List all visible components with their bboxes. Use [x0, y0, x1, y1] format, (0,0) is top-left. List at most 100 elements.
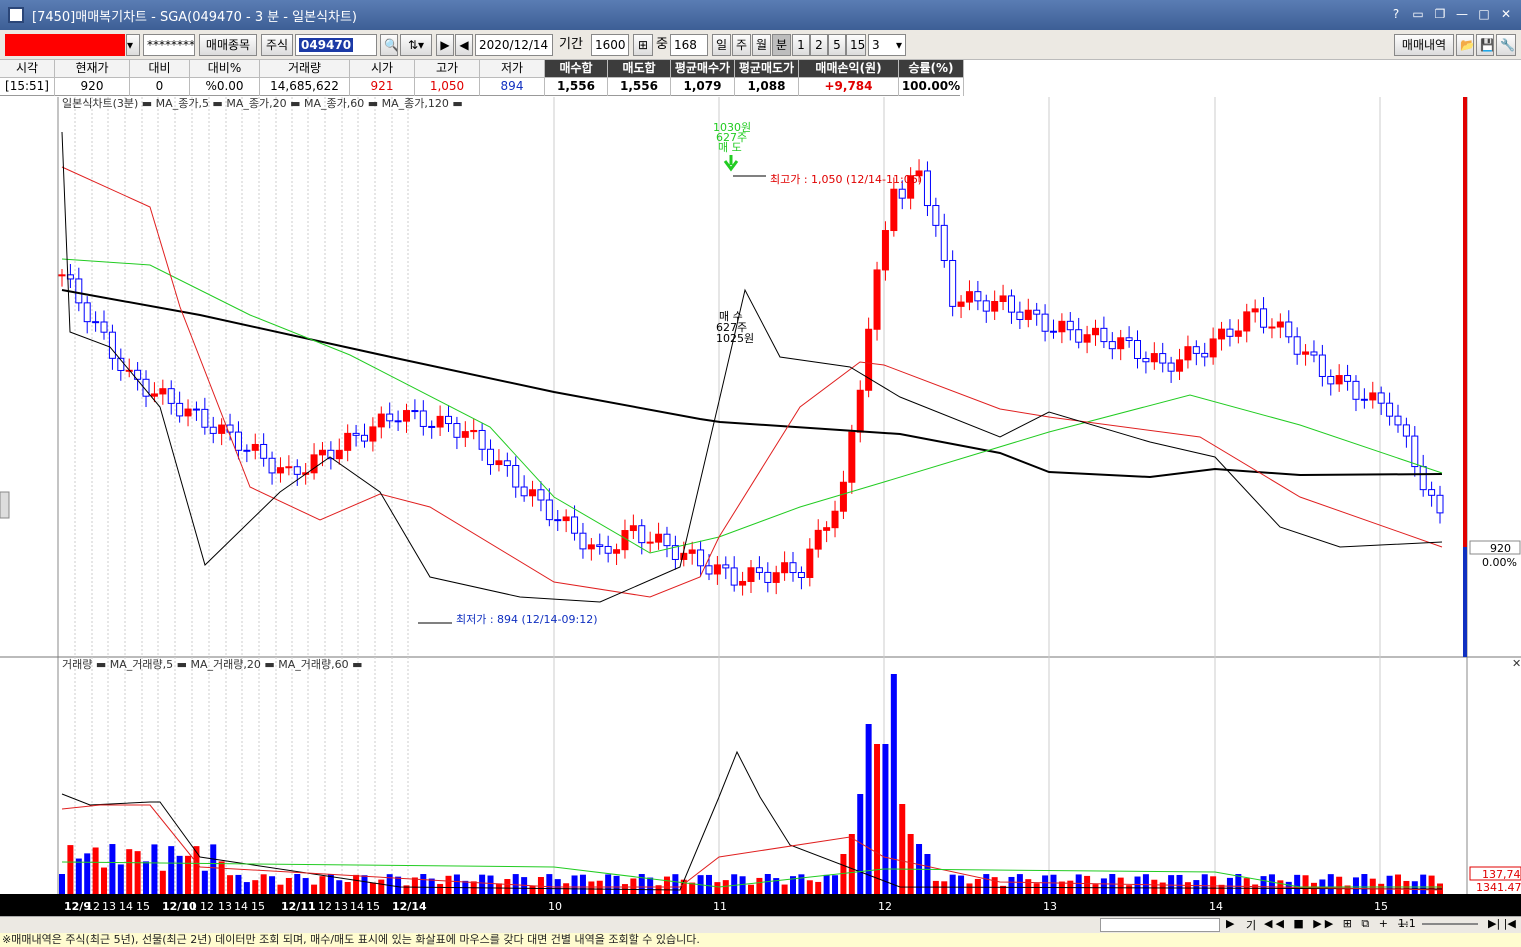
x-label-8: 13	[218, 900, 232, 913]
info-header-10: 평균매수가	[671, 60, 735, 78]
volume-bar	[1092, 884, 1099, 894]
sort-icon[interactable]: ⇅▾	[400, 34, 432, 56]
candle-body	[873, 269, 881, 330]
min-option-15[interactable]: 15	[846, 34, 866, 56]
account-dropdown-icon[interactable]: ▾	[126, 34, 140, 56]
volume-bar	[613, 875, 620, 894]
volume-bar	[949, 874, 956, 894]
candle-body	[92, 321, 100, 324]
scroll-right-icon[interactable]: ▶	[1226, 917, 1234, 930]
tab-month[interactable]: 월	[752, 34, 771, 56]
maximize-button[interactable]: □	[1475, 5, 1493, 23]
candle-body	[890, 188, 898, 232]
volume-bar	[1100, 878, 1107, 894]
account-select[interactable]	[5, 34, 125, 56]
help-icon[interactable]: ?	[1387, 5, 1405, 23]
candle-body	[881, 230, 889, 271]
candle-body	[974, 291, 982, 302]
h-scrollbar[interactable]	[1100, 918, 1220, 932]
zoom-slider[interactable]	[1422, 923, 1478, 925]
grid-icon[interactable]: ⊞	[633, 34, 653, 56]
volume-bar	[1008, 876, 1015, 894]
volume-bar	[134, 851, 141, 894]
candle-body	[932, 205, 940, 226]
candle-body	[806, 548, 814, 578]
volume-bar	[437, 883, 444, 894]
candle-body	[1352, 380, 1360, 400]
nav-bar: ▶ 기 ◀◀ ■ ▶▶ ⊞ ⧉ + — 1:1 ▶| |◀	[0, 916, 1521, 933]
candle-body	[1192, 346, 1200, 354]
x-label-21: 13	[1043, 900, 1057, 913]
search-icon[interactable]: 🔍	[380, 34, 398, 56]
save-icon[interactable]: 💾	[1476, 34, 1494, 56]
nav-buttons[interactable]: ◀◀ ■ ▶▶ ⊞ ⧉ + —	[1264, 917, 1412, 931]
date-input[interactable]: 2020/12/14	[475, 34, 553, 56]
min-option-1[interactable]: 1	[792, 34, 810, 56]
min-option-2[interactable]: 2	[810, 34, 828, 56]
candle-body	[1092, 327, 1099, 336]
volume-bar	[277, 884, 284, 894]
restore-icon[interactable]: ❐	[1431, 5, 1449, 23]
candle-body	[1394, 415, 1402, 426]
volume-bar	[445, 875, 452, 894]
candle-body	[419, 410, 427, 427]
close-button[interactable]: ✕	[1497, 5, 1515, 23]
period-input[interactable]: 1600	[591, 34, 629, 56]
candle-body	[1007, 295, 1015, 313]
candle-body	[579, 532, 587, 550]
volume-bar	[579, 874, 586, 894]
trade-items-button[interactable]: 매매종목	[199, 34, 257, 56]
candle-body	[1167, 362, 1175, 372]
nav-gi[interactable]: 기	[1246, 917, 1256, 933]
trade-history-button[interactable]: 매매내역	[1394, 34, 1454, 56]
volume-bar	[487, 875, 494, 894]
settings-icon[interactable]: 🔧	[1496, 34, 1516, 56]
minimize-button[interactable]: —	[1453, 5, 1471, 23]
min-select[interactable]: 3 ▾	[868, 34, 906, 56]
x-label-7: 12	[200, 900, 214, 913]
candle-body	[898, 188, 906, 199]
vol-box-text: 137,742	[1482, 868, 1521, 881]
x-label-19: 11	[713, 900, 727, 913]
volume-bar	[252, 880, 259, 894]
candle-body	[1041, 313, 1049, 332]
password-field[interactable]: *********	[143, 34, 195, 56]
volume-bar	[806, 880, 813, 894]
nav-end-icons[interactable]: ▶| |◀	[1488, 917, 1516, 930]
candle-body	[839, 481, 847, 512]
candle-body	[1369, 392, 1377, 401]
candle-body	[1251, 308, 1259, 313]
candle-body	[1100, 327, 1108, 343]
candle-body	[697, 549, 705, 567]
x-label-17: 12/14	[392, 900, 427, 913]
folder-icon[interactable]: 📂	[1456, 34, 1474, 56]
next-icon[interactable]: ▶	[436, 34, 454, 56]
candle-body	[293, 466, 301, 475]
info-header-9: 매도합	[608, 60, 671, 78]
candle-body	[848, 431, 856, 483]
prev-icon[interactable]: ◀	[455, 34, 473, 56]
tab-minute[interactable]: 분	[772, 34, 791, 56]
candle-body	[1285, 321, 1293, 338]
volume-bar	[176, 855, 183, 894]
market-type-button[interactable]: 주식	[261, 34, 293, 56]
info-value-6: 1,050	[415, 78, 480, 96]
min-option-5[interactable]: 5	[828, 34, 846, 56]
info-header-1: 현재가	[55, 60, 130, 78]
volume-bar	[991, 877, 998, 894]
volume-bar	[663, 876, 670, 894]
volume-bar	[67, 845, 74, 894]
volume-bar	[344, 882, 351, 894]
stock-code-input[interactable]: 049470	[295, 34, 377, 56]
candle-body	[865, 328, 873, 391]
pin-icon[interactable]: ▭	[1409, 5, 1427, 23]
count-input[interactable]: 168	[670, 34, 708, 56]
x-label-20: 12	[878, 900, 892, 913]
tab-day[interactable]: 일	[712, 34, 731, 56]
x-label-1: 12	[86, 900, 100, 913]
info-header-6: 고가	[415, 60, 480, 78]
volume-bar	[1352, 877, 1359, 894]
volume-bar	[369, 882, 376, 894]
x-label-23: 15	[1374, 900, 1388, 913]
tab-week[interactable]: 주	[732, 34, 751, 56]
